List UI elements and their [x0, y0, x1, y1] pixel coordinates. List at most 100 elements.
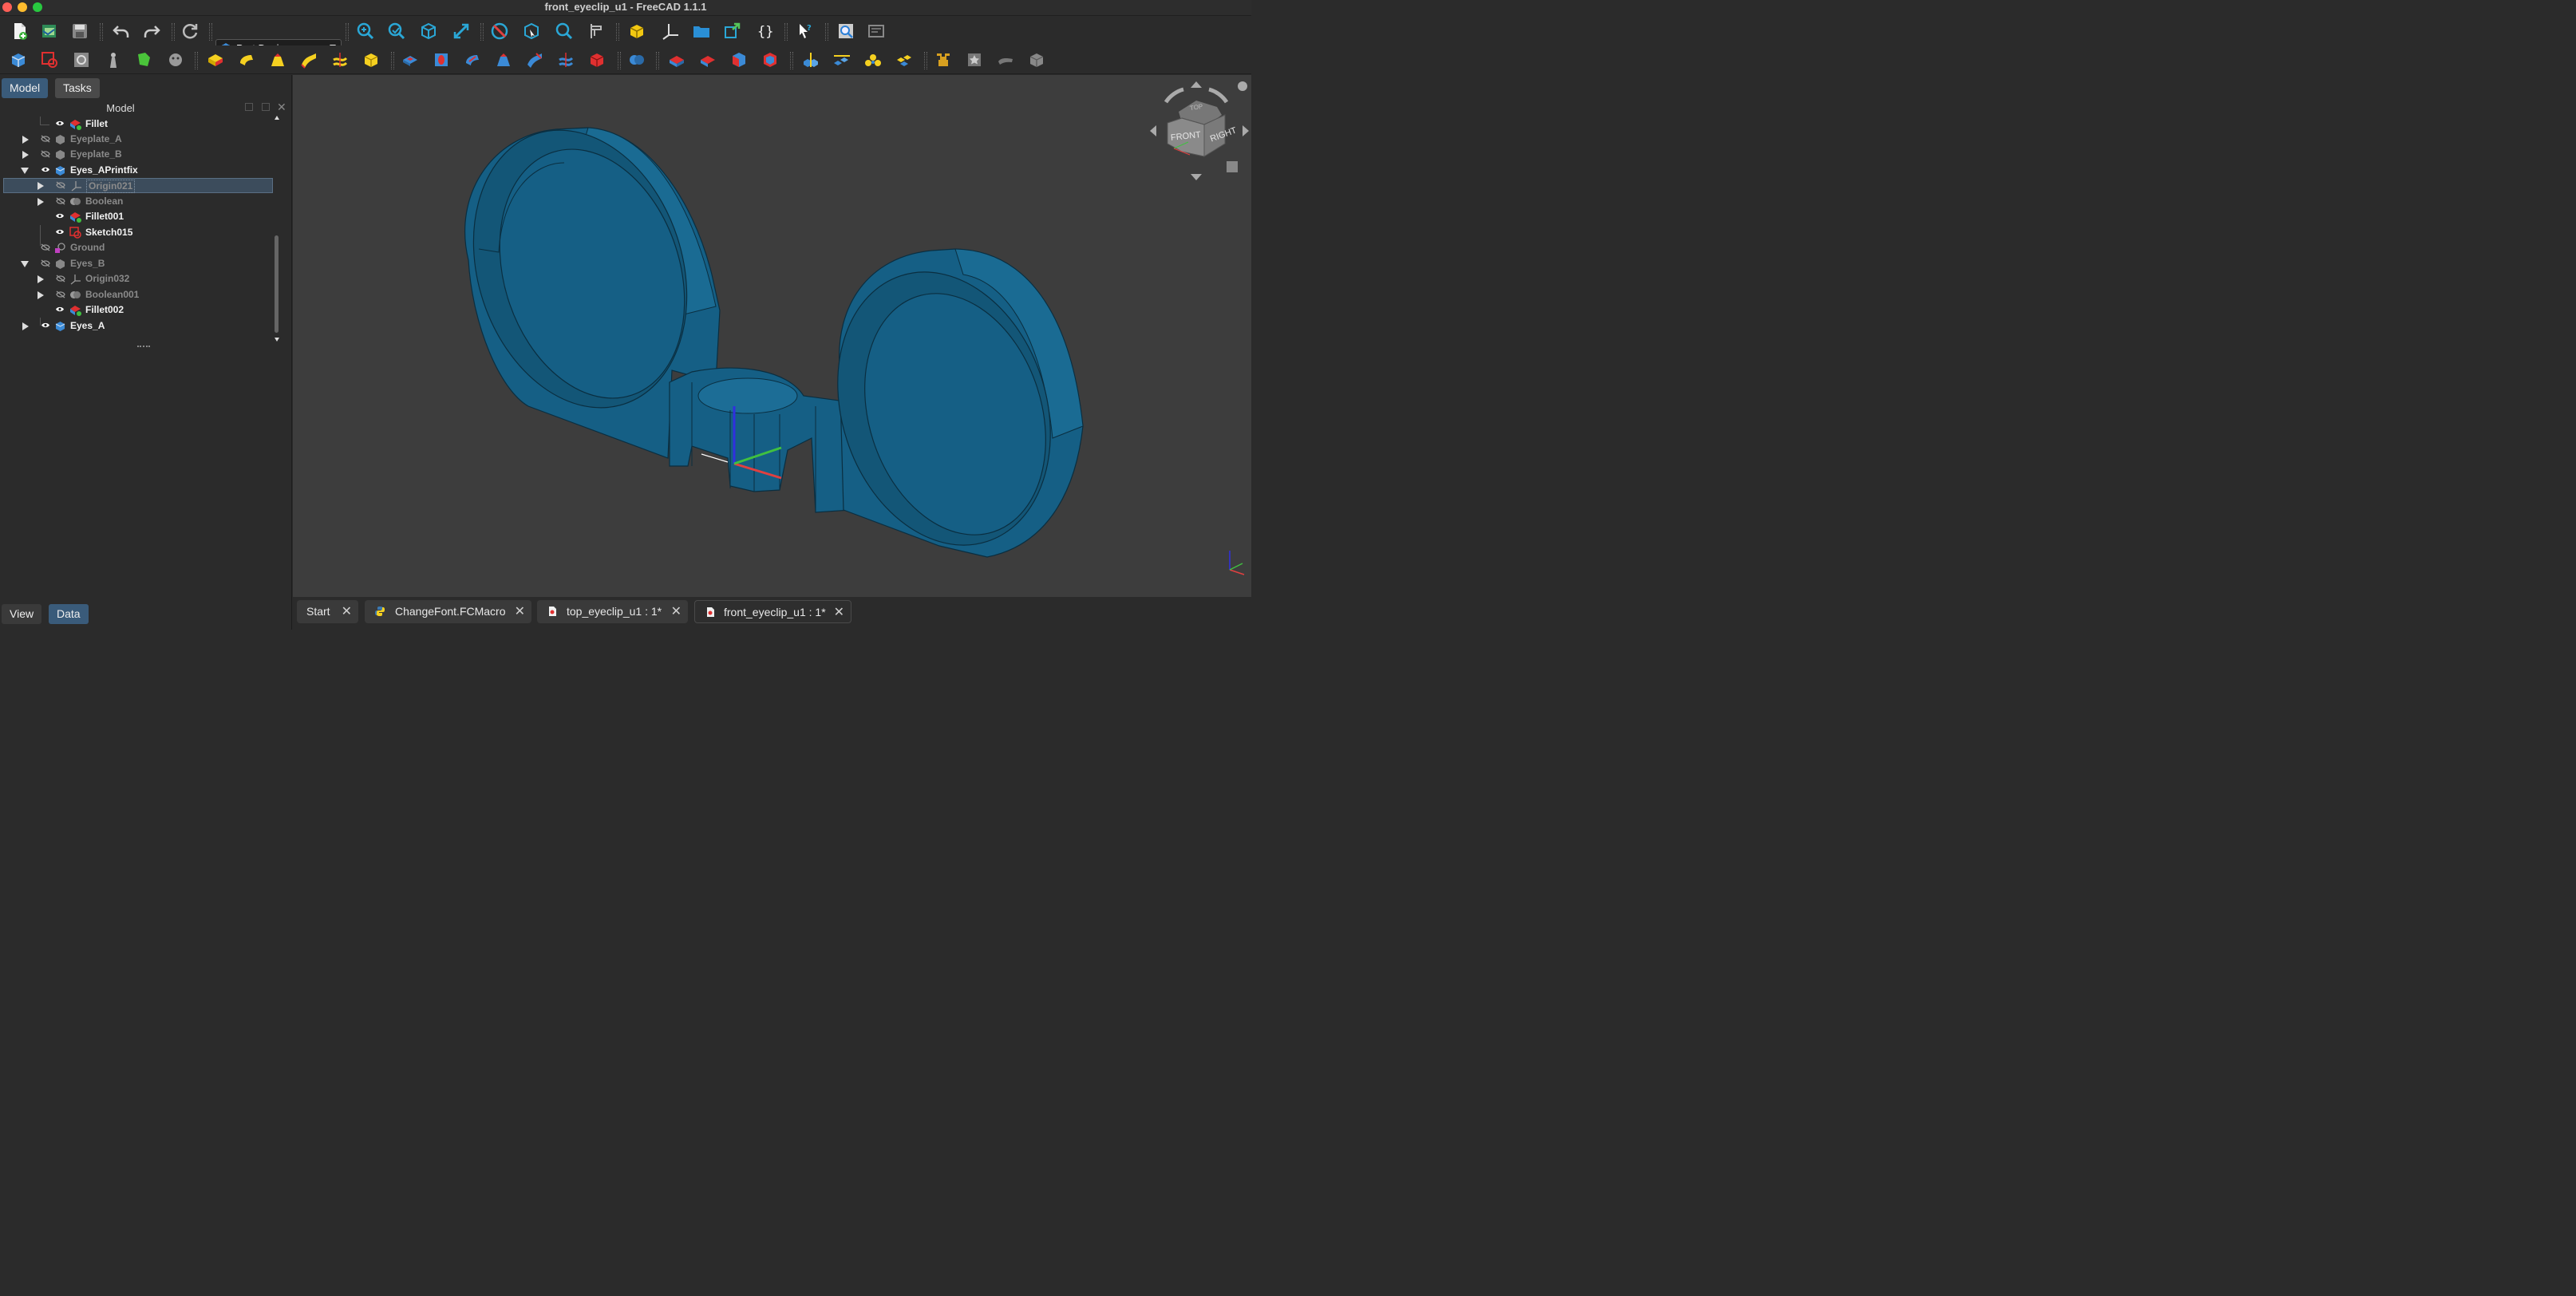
chamfer-button[interactable]: [697, 49, 719, 71]
model-view[interactable]: [293, 75, 1251, 597]
tab-front-eyeclip[interactable]: front_eyeclip_u1 : 1* ✕: [694, 600, 851, 623]
create-body-button[interactable]: [7, 49, 30, 71]
subtractive-helix-button[interactable]: [555, 49, 577, 71]
tree-item-eyes-aprintfix[interactable]: Eyes_APrintfix: [3, 163, 273, 178]
additive-primitive-button[interactable]: [360, 49, 382, 71]
navcube-rotate-right[interactable]: [1208, 87, 1229, 104]
create-sketch-button[interactable]: [38, 49, 61, 71]
splitter-handle[interactable]: [137, 346, 150, 347]
scroll-up-icon[interactable]: [275, 116, 279, 120]
tab-model[interactable]: Model: [2, 78, 49, 98]
measure-zoom-button[interactable]: [553, 20, 575, 42]
standard-views-button[interactable]: [417, 20, 440, 42]
eye-hidden-icon[interactable]: [41, 135, 50, 143]
subtractive-primitive-button[interactable]: [586, 49, 608, 71]
revolution-button[interactable]: [235, 49, 258, 71]
subtractive-pipe-button[interactable]: [523, 49, 546, 71]
create-datum-button[interactable]: [659, 20, 682, 42]
eye-hidden-icon[interactable]: [56, 181, 65, 189]
navigation-cube[interactable]: FRONT RIGHT TOP: [1148, 78, 1250, 182]
create-group-button[interactable]: [690, 20, 713, 42]
additive-loft-button[interactable]: [267, 49, 289, 71]
expand-arrow-icon[interactable]: [38, 198, 44, 206]
tree-item-eyes-a[interactable]: Eyes_A: [3, 318, 273, 334]
tab-top-eyeclip[interactable]: top_eyeclip_u1 : 1* ✕: [537, 600, 688, 623]
subshape-binder-button[interactable]: [132, 49, 155, 71]
panel-close-icon[interactable]: ✕: [277, 101, 286, 114]
new-document-button[interactable]: [8, 20, 30, 42]
eye-icon[interactable]: [56, 229, 64, 235]
eye-hidden-icon[interactable]: [56, 197, 65, 205]
tree-item-origin021[interactable]: Origin021: [3, 178, 273, 193]
whats-this-button[interactable]: ?: [794, 20, 816, 42]
tree-item-eyeplate-a[interactable]: Eyeplate_A: [3, 132, 273, 147]
redo-button[interactable]: [140, 20, 163, 42]
draft-button[interactable]: [728, 49, 750, 71]
undo-button[interactable]: [110, 20, 132, 42]
tab-changefont-macro[interactable]: ChangeFont.FCMacro ✕: [365, 600, 531, 623]
macro-editor-button[interactable]: {}: [753, 20, 776, 42]
navcube-rotate-left[interactable]: [1164, 87, 1184, 104]
clone-button[interactable]: [164, 49, 187, 71]
boolean-button[interactable]: [626, 49, 648, 71]
additive-pipe-button[interactable]: [298, 49, 320, 71]
tree-item-boolean[interactable]: Boolean: [3, 194, 273, 209]
tab-start[interactable]: Start ✕: [297, 600, 358, 623]
linear-pattern-button[interactable]: [831, 49, 853, 71]
eye-hidden-icon[interactable]: [41, 259, 50, 267]
tree-item-eyes-b[interactable]: Eyes_B: [3, 256, 273, 271]
validate-sketch-button[interactable]: [70, 49, 93, 71]
close-tab-icon[interactable]: ✕: [834, 601, 844, 624]
tree-item-fillet001[interactable]: Fillet001: [3, 209, 273, 224]
eye-icon[interactable]: [41, 167, 49, 172]
eye-icon[interactable]: [56, 213, 64, 219]
eye-hidden-icon[interactable]: [41, 150, 50, 158]
report-view-button[interactable]: [865, 20, 887, 42]
multi-transform-button[interactable]: [893, 49, 915, 71]
selection-view-button[interactable]: [520, 20, 543, 42]
navcube-up-arrow[interactable]: [1191, 81, 1202, 88]
inspect-button[interactable]: [835, 20, 857, 42]
expand-arrow-icon[interactable]: [22, 151, 29, 159]
tree-item-boolean001[interactable]: Boolean001: [3, 287, 273, 302]
tree-item-eyeplate-b[interactable]: Eyeplate_B: [3, 147, 273, 162]
tree-item-fillet002[interactable]: Fillet002: [3, 302, 273, 318]
shaft-wizard-button[interactable]: [994, 49, 1017, 71]
create-link-button[interactable]: [721, 20, 744, 42]
navcube-right-arrow[interactable]: [1243, 125, 1249, 136]
open-document-button[interactable]: [38, 20, 61, 42]
save-document-button[interactable]: [69, 20, 91, 42]
fit-all-button[interactable]: [354, 20, 377, 42]
navcube-menu[interactable]: [1238, 81, 1247, 91]
navcube-view-menu[interactable]: [1227, 161, 1238, 172]
3d-viewport[interactable]: FRONT RIGHT TOP: [293, 75, 1251, 597]
hole-button[interactable]: [430, 49, 452, 71]
expand-arrow-icon[interactable]: [38, 291, 44, 299]
pad-button[interactable]: [204, 49, 227, 71]
tree-item-origin032[interactable]: Origin032: [3, 271, 273, 286]
collapse-arrow-icon[interactable]: [21, 261, 29, 267]
collapse-arrow-icon[interactable]: [21, 168, 29, 174]
sprocket-button[interactable]: [932, 49, 954, 71]
shape-binder-button[interactable]: [102, 49, 124, 71]
close-tab-icon[interactable]: ✕: [515, 600, 525, 623]
pocket-button[interactable]: [399, 49, 421, 71]
tree-item-ground[interactable]: Ground: [3, 240, 273, 255]
eye-icon[interactable]: [41, 322, 49, 328]
tab-tasks[interactable]: Tasks: [55, 78, 100, 98]
right-eyeplate-model[interactable]: [804, 244, 1085, 573]
draw-style-button[interactable]: [488, 20, 511, 42]
close-tab-icon[interactable]: ✕: [671, 600, 682, 623]
scrollbar-thumb[interactable]: [275, 235, 279, 333]
eye-hidden-icon[interactable]: [56, 290, 65, 298]
scroll-down-icon[interactable]: [275, 338, 279, 342]
close-tab-icon[interactable]: ✕: [342, 600, 352, 623]
eye-hidden-icon[interactable]: [56, 275, 65, 283]
tree-item-fillet[interactable]: Fillet: [3, 117, 273, 132]
expand-arrow-icon[interactable]: [22, 136, 29, 144]
panel-collapse-icon[interactable]: [245, 103, 253, 111]
navcube-left-arrow[interactable]: [1150, 125, 1156, 136]
mirrored-button[interactable]: [800, 49, 822, 71]
eye-icon[interactable]: [56, 306, 64, 312]
tab-data[interactable]: Data: [49, 604, 89, 624]
